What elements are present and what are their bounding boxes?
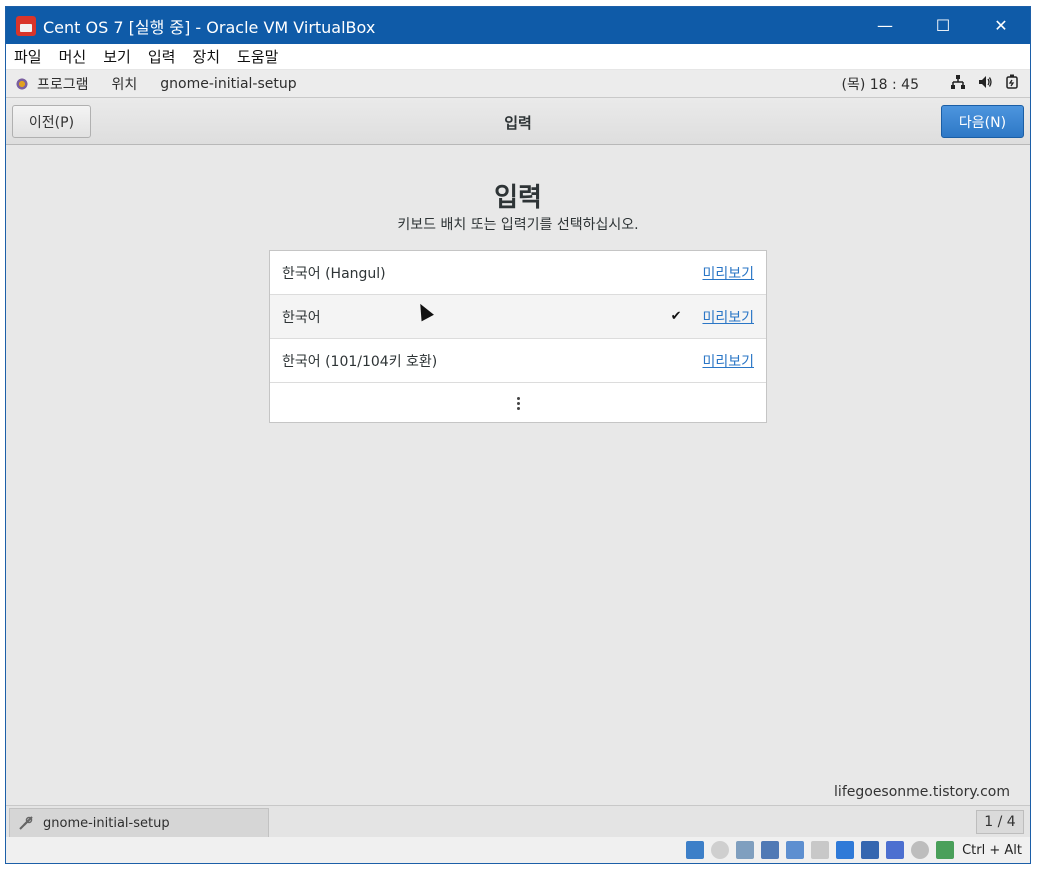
input-source-row[interactable]: 한국어 (101/104키 호환) 미리보기 — [270, 339, 766, 383]
tools-icon — [17, 814, 35, 832]
maximize-button[interactable]: ☐ — [914, 7, 972, 44]
active-app-menu[interactable]: gnome-initial-setup — [160, 76, 296, 92]
workspace-indicator[interactable]: 1 / 4 — [976, 810, 1024, 834]
next-button[interactable]: 다음(N) — [941, 105, 1024, 138]
window-controls: — ☐ ✕ — [856, 7, 1030, 44]
title-bar[interactable]: Cent OS 7 [실행 중] - Oracle VM VirtualBox … — [6, 7, 1030, 44]
hard-disk-icon[interactable] — [686, 841, 705, 859]
gnome-taskbar: gnome-initial-setup 1 / 4 — [6, 805, 1030, 838]
header-title: 입력 — [504, 114, 532, 132]
menu-bar: 파일 머신 보기 입력 장치 도움말 — [6, 44, 1030, 70]
cpu-icon[interactable] — [886, 841, 905, 859]
input-source-list: 한국어 (Hangul) 미리보기 한국어 ✔ 미리보기 한국어 (101/10… — [269, 250, 767, 423]
preview-link[interactable]: 미리보기 — [702, 351, 754, 371]
more-sources-button[interactable] — [270, 383, 766, 423]
close-button[interactable]: ✕ — [972, 7, 1030, 44]
applications-menu[interactable]: 프로그램 — [37, 74, 89, 94]
menu-file[interactable]: 파일 — [14, 46, 42, 67]
menu-devices[interactable]: 장치 — [192, 46, 220, 67]
vbox-status-bar: Ctrl + Alt — [6, 837, 1030, 863]
display-icon[interactable] — [836, 841, 855, 859]
input-source-name: 한국어 (Hangul) — [282, 265, 386, 282]
checkmark-icon: ✔ — [670, 309, 682, 324]
taskbar-item-label: gnome-initial-setup — [43, 815, 170, 831]
main-content: 입력 키보드 배치 또는 입력기를 선택하십시오. 한국어 (Hangul) 미… — [6, 145, 1030, 805]
page-title: 입력 — [494, 183, 542, 213]
network-adapter-icon[interactable] — [761, 841, 780, 859]
preview-link[interactable]: 미리보기 — [702, 307, 754, 327]
shared-folders-icon[interactable] — [811, 841, 830, 859]
menu-machine[interactable]: 머신 — [59, 46, 87, 67]
watermark: lifegoesonme.tistory.com — [834, 784, 1010, 800]
input-source-row-selected[interactable]: 한국어 ✔ 미리보기 — [270, 295, 766, 339]
host-key-label: Ctrl + Alt — [962, 842, 1022, 858]
input-source-name: 한국어 (101/104키 호환) — [282, 353, 438, 370]
volume-icon[interactable] — [977, 75, 993, 93]
header-bar: 이전(P) 입력 다음(N) — [6, 98, 1030, 145]
page-subtitle: 키보드 배치 또는 입력기를 선택하십시오. — [397, 217, 639, 233]
places-menu[interactable]: 위치 — [112, 74, 138, 94]
preview-link[interactable]: 미리보기 — [702, 263, 754, 283]
network-icon[interactable] — [950, 74, 966, 93]
power-icon[interactable] — [1004, 74, 1020, 93]
audio-icon[interactable] — [736, 841, 755, 859]
minimize-button[interactable]: — — [856, 7, 914, 44]
applications-icon — [15, 76, 29, 91]
more-vertical-icon — [516, 396, 520, 411]
menu-help[interactable]: 도움말 — [237, 46, 278, 67]
taskbar-item[interactable]: gnome-initial-setup — [9, 808, 269, 838]
clock[interactable]: (목) 18 : 45 — [841, 74, 919, 94]
menu-input[interactable]: 입력 — [148, 46, 176, 67]
input-source-name: 한국어 — [282, 309, 321, 326]
menu-view[interactable]: 보기 — [103, 46, 131, 67]
system-tray: (목) 18 : 45 — [841, 74, 1020, 94]
keyboard-capture-icon[interactable] — [936, 841, 955, 859]
virtualbox-icon — [16, 15, 36, 36]
mouse-integration-icon[interactable] — [911, 841, 930, 859]
usb-icon[interactable] — [786, 841, 805, 859]
gnome-top-bar: 프로그램 위치 gnome-initial-setup (목) 18 : 45 — [6, 70, 1030, 98]
window-title: Cent OS 7 [실행 중] - Oracle VM VirtualBox — [43, 17, 376, 37]
virtualbox-window: Cent OS 7 [실행 중] - Oracle VM VirtualBox … — [5, 6, 1031, 864]
optical-drive-icon[interactable] — [711, 841, 730, 859]
video-capture-icon[interactable] — [861, 841, 880, 859]
input-source-row[interactable]: 한국어 (Hangul) 미리보기 — [270, 251, 766, 295]
